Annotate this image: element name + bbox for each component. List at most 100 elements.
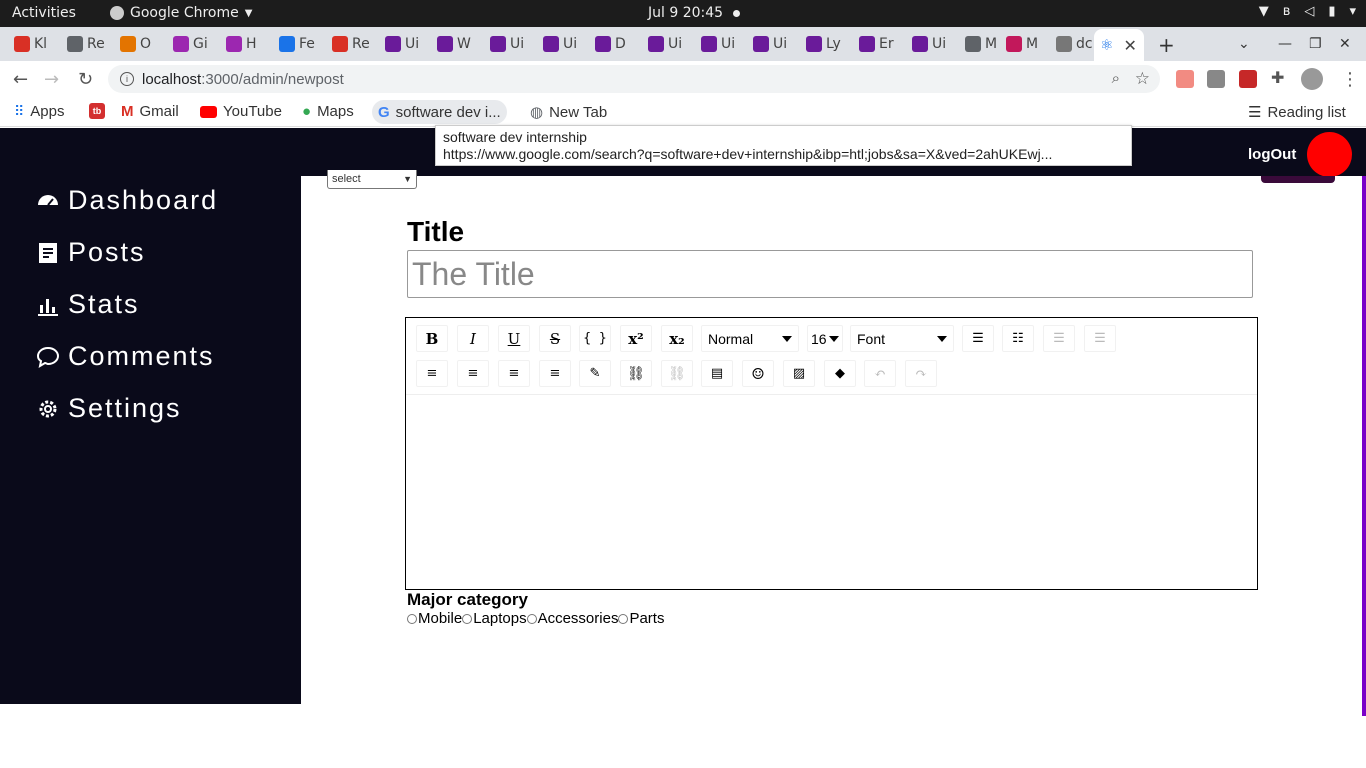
browser-tab[interactable]: Ui <box>642 33 692 55</box>
tab-active[interactable]: ⚛ ✕ <box>1094 29 1144 61</box>
browser-tab[interactable]: Ui <box>484 33 534 55</box>
ordered-list-button[interactable]: ☷ <box>1002 325 1034 352</box>
address-bar[interactable]: i localhost:3000/admin/newpost ⌕ ☆ <box>108 65 1160 93</box>
browser-tab[interactable]: Re <box>61 33 111 55</box>
title-input[interactable] <box>407 250 1253 298</box>
sidebar-item-stats[interactable]: Stats <box>36 289 140 320</box>
browser-tab[interactable]: Gi <box>167 33 217 55</box>
extension-icon[interactable] <box>1207 70 1225 88</box>
italic-button[interactable]: I <box>457 325 489 352</box>
select-dropdown[interactable]: select ▼ <box>327 170 417 189</box>
clock[interactable]: Jul 9 20:45 <box>648 5 723 21</box>
underline-button[interactable]: U <box>498 325 530 352</box>
font-size-dropdown[interactable]: 16 <box>807 325 843 352</box>
bookmark-newtab[interactable]: ◍ New Tab <box>530 103 607 122</box>
menu-icon[interactable]: ⋮ <box>1341 69 1359 90</box>
forward-icon[interactable]: → <box>44 69 59 90</box>
font-family-dropdown[interactable]: Font <box>850 325 954 352</box>
reading-list[interactable]: ☰ Reading list <box>1248 103 1346 122</box>
maximize-icon[interactable]: ❐ <box>1309 36 1322 52</box>
color-picker-icon[interactable]: ✎ <box>579 360 611 387</box>
unordered-list-button[interactable]: ☰ <box>962 325 994 352</box>
minimize-icon[interactable]: — <box>1278 36 1292 52</box>
google-icon: G <box>378 103 390 121</box>
align-justify-button[interactable]: ≡ <box>539 360 571 387</box>
emoji-icon[interactable]: ☺ <box>742 360 774 387</box>
browser-tab[interactable]: M <box>959 33 1009 55</box>
browser-tab[interactable]: H <box>220 33 270 55</box>
system-top-bar: Activities Google Chrome ▼ Jul 9 20:45 ▼… <box>0 0 1366 27</box>
browser-tab[interactable]: Ui <box>906 33 956 55</box>
superscript-button[interactable]: x² <box>620 325 652 352</box>
bookmark-apps[interactable]: ⠿ Apps <box>14 103 64 120</box>
submit-button[interactable] <box>1261 176 1335 183</box>
radio-mobile[interactable] <box>407 613 417 624</box>
sidebar-item-settings[interactable]: Settings <box>36 393 182 424</box>
align-right-button[interactable]: ≡ <box>498 360 530 387</box>
activities-button[interactable]: Activities <box>12 5 76 21</box>
eraser-icon[interactable]: ◆ <box>824 360 856 387</box>
reload-icon[interactable]: ↻ <box>78 69 93 90</box>
tab-favicon-icon <box>385 36 401 52</box>
browser-tab[interactable]: O <box>114 33 164 55</box>
block-type-dropdown[interactable]: Normal <box>701 325 799 352</box>
info-icon[interactable]: i <box>120 72 134 86</box>
avatar[interactable] <box>1307 132 1352 177</box>
sidebar-item-dashboard[interactable]: Dashboard <box>36 185 218 216</box>
bookmark-youtube[interactable]: YouTube <box>200 103 282 120</box>
extension-icon[interactable] <box>1176 70 1194 88</box>
zoom-icon[interactable]: ⌕ <box>1112 70 1120 87</box>
radio-parts[interactable] <box>618 613 629 624</box>
sidebar-item-comments[interactable]: Comments <box>36 341 215 372</box>
browser-tab[interactable]: Fe <box>273 33 323 55</box>
browser-tab[interactable]: Re <box>326 33 376 55</box>
align-left-button[interactable]: ≡ <box>416 360 448 387</box>
editor-body[interactable] <box>406 396 1257 589</box>
sidebar-item-posts[interactable]: Posts <box>36 237 146 268</box>
browser-tab[interactable]: Ui <box>747 33 797 55</box>
bookmark-gmail[interactable]: M Gmail <box>121 103 179 120</box>
browser-tab[interactable]: Ui <box>537 33 587 55</box>
browser-tab[interactable]: D <box>589 33 639 55</box>
browser-tab[interactable]: Kl <box>8 33 58 55</box>
image-icon[interactable]: ▨ <box>783 360 815 387</box>
browser-tab[interactable]: Er <box>853 33 903 55</box>
subscript-button[interactable]: x₂ <box>661 325 693 352</box>
new-tab-button[interactable]: + <box>1158 33 1175 57</box>
indent-button[interactable]: ☰ <box>1043 325 1075 352</box>
outdent-button[interactable]: ☰ <box>1084 325 1116 352</box>
bookmark-star-icon[interactable]: ☆ <box>1135 69 1150 89</box>
close-window-icon[interactable]: ✕ <box>1339 36 1351 52</box>
unlink-icon[interactable]: ⛓ <box>661 360 693 387</box>
align-center-button[interactable]: ≡ <box>457 360 489 387</box>
system-tray[interactable]: ▼ ʙ ◁ ▮ ▾ <box>1259 4 1356 19</box>
tab-label: O <box>140 36 152 52</box>
close-icon[interactable]: ✕ <box>1123 36 1136 55</box>
sidebar-item-label: Stats <box>68 289 140 319</box>
undo-icon[interactable]: ↶ <box>864 360 896 387</box>
bookmark-search[interactable]: G software dev i... <box>372 100 507 124</box>
browser-tab[interactable]: Ui <box>379 33 429 55</box>
code-button[interactable]: { } <box>579 325 611 352</box>
browser-tab[interactable]: Ly <box>800 33 850 55</box>
link-icon[interactable]: ⛓ <box>620 360 652 387</box>
browser-tab[interactable]: Ui <box>695 33 745 55</box>
profile-avatar[interactable] <box>1301 68 1323 90</box>
radio-laptops[interactable] <box>462 613 473 624</box>
app-menu[interactable]: Google Chrome ▼ <box>110 5 252 21</box>
bookmark-maps[interactable]: ● Maps <box>302 103 354 120</box>
strikethrough-button[interactable]: S <box>539 325 571 352</box>
tab-search-icon[interactable]: ⌄ <box>1238 36 1250 52</box>
extension-icon[interactable] <box>1239 70 1257 88</box>
bold-button[interactable]: B <box>416 325 448 352</box>
redo-icon[interactable]: ↷ <box>905 360 937 387</box>
logout-button[interactable]: logOut <box>1248 146 1296 163</box>
volume-icon: ◁ <box>1304 4 1315 19</box>
back-icon[interactable]: ← <box>13 69 28 90</box>
browser-tab[interactable]: W <box>431 33 481 55</box>
embed-icon[interactable]: ▤ <box>701 360 733 387</box>
radio-accessories[interactable] <box>526 613 537 624</box>
browser-tab[interactable]: dc <box>1050 33 1100 55</box>
bookmark-tb[interactable]: tb <box>89 103 105 119</box>
puzzle-icon[interactable]: ✚ <box>1271 68 1289 87</box>
